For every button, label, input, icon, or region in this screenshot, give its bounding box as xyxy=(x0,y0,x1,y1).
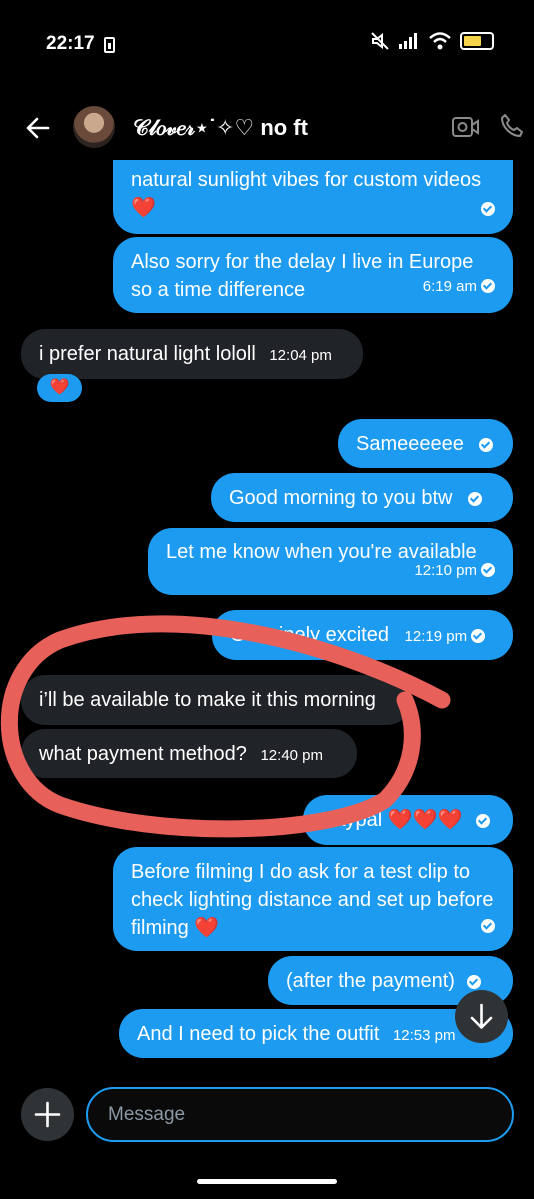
read-check-icon xyxy=(481,279,495,293)
message-text: Genuinely excited xyxy=(230,624,389,646)
message-bubble-outgoing[interactable]: Genuinely excited 12:19 pm xyxy=(212,610,513,660)
read-check-icon xyxy=(481,563,495,577)
message-text: Paypal ❤️❤️❤️ xyxy=(321,809,463,831)
message-text: i’ll be available to make it this mornin… xyxy=(39,689,376,711)
read-check-icon xyxy=(471,629,486,643)
message-bubble-outgoing[interactable]: Paypal ❤️❤️❤️ xyxy=(303,795,513,845)
mute-icon xyxy=(371,32,389,50)
message-text: Sameeeeee xyxy=(356,433,464,455)
message-text: And I need to pick the outfit xyxy=(137,1023,380,1045)
message-text: natural sunlight vibes for custom videos… xyxy=(131,169,482,219)
read-check-icon xyxy=(468,492,483,506)
add-attachment-button[interactable] xyxy=(21,1088,74,1141)
chat-header: 𝒞𝓁𝑜𝓋𝑒𝓇⋆˙✧♡ no ft xyxy=(0,100,534,156)
battery-saver-icon xyxy=(104,37,115,53)
message-bubble-outgoing[interactable]: Good morning to you btw xyxy=(211,473,513,522)
message-bubble-outgoing[interactable]: And I need to pick the outfit 12:53 pm xyxy=(119,1009,513,1058)
read-check-icon xyxy=(481,919,495,933)
message-bubble-incoming[interactable]: i prefer natural light lololl 12:04 pm xyxy=(21,329,363,379)
message-bubble-incoming[interactable]: i’ll be available to make it this mornin… xyxy=(21,675,411,725)
plus-icon xyxy=(34,1101,61,1128)
message-text: i prefer natural light lololl xyxy=(39,343,256,365)
status-time: 22:17 xyxy=(46,33,95,54)
message-reaction[interactable]: ❤️ xyxy=(37,374,82,402)
message-text: what payment method? xyxy=(39,743,247,765)
message-bubble-outgoing[interactable]: Let me know when you're available 12:10 … xyxy=(148,528,513,595)
message-time: 12:10 pm xyxy=(414,562,477,579)
video-call-icon[interactable] xyxy=(452,116,480,138)
message-bubble-outgoing[interactable]: Before filming I do ask for a test clip … xyxy=(113,847,513,951)
message-bubble-outgoing[interactable]: Also sorry for the delay I live in Europ… xyxy=(113,237,513,313)
message-input[interactable] xyxy=(86,1087,514,1142)
battery-icon xyxy=(460,32,494,50)
back-arrow-icon[interactable] xyxy=(24,114,52,142)
message-status xyxy=(477,194,495,222)
home-indicator[interactable] xyxy=(197,1179,337,1184)
arrow-down-icon xyxy=(470,1003,493,1029)
read-check-icon xyxy=(479,438,494,452)
avatar[interactable] xyxy=(73,106,115,148)
status-bar: 22:17 xyxy=(0,0,534,90)
message-text: Good morning to you btw xyxy=(229,487,453,509)
message-text: (after the payment) xyxy=(286,970,455,992)
phone-icon[interactable] xyxy=(498,112,526,140)
message-time: 12:40 pm xyxy=(260,747,324,764)
contact-name[interactable]: 𝒞𝓁𝑜𝓋𝑒𝓇⋆˙✧♡ no ft xyxy=(133,115,308,141)
status-icons xyxy=(370,31,494,51)
read-check-icon xyxy=(466,975,481,989)
message-time: 12:04 pm xyxy=(269,347,332,364)
read-check-icon xyxy=(475,814,490,828)
message-time: 6:19 am xyxy=(422,278,477,295)
message-status xyxy=(477,911,495,939)
wifi-icon xyxy=(429,32,451,50)
read-check-icon xyxy=(481,202,495,216)
message-meta: 6:19 am xyxy=(423,273,495,301)
signal-icon xyxy=(399,33,417,49)
message-time: 12:19 pm xyxy=(404,628,468,645)
message-bubble-outgoing[interactable]: Sameeeeee xyxy=(338,419,513,468)
message-text: Before filming I do ask for a test clip … xyxy=(131,861,494,939)
message-time: 12:53 pm xyxy=(392,1027,456,1044)
message-bubble-outgoing[interactable]: natural sunlight vibes for custom videos… xyxy=(113,160,513,234)
scroll-to-bottom-button[interactable] xyxy=(455,990,508,1043)
message-bubble-incoming[interactable]: what payment method? 12:40 pm xyxy=(21,729,357,778)
message-meta: 12:10 pm xyxy=(414,557,495,585)
